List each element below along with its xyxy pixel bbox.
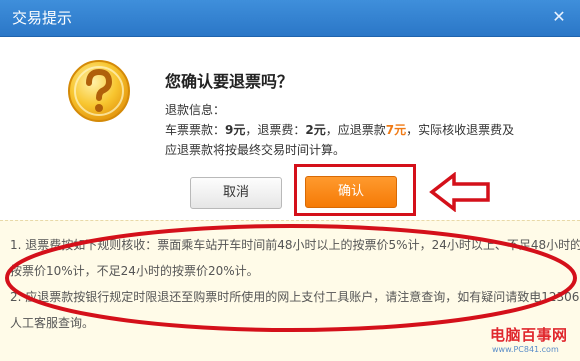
cancel-button[interactable]: 取消 — [190, 177, 282, 209]
confirm-button[interactable]: 确认 — [305, 176, 397, 208]
left-arrow-icon — [429, 172, 490, 212]
refund-confirm-dialog: 交易提示 ✕ 您确认要退票吗？ 退款信息： 车票票款：9元，退票费：2元，应退票… — [0, 0, 580, 361]
refund-tail-text: ，实际核收退票费及 — [406, 123, 515, 137]
watermark-logo: 电脑百事网 — [490, 326, 568, 344]
refund-amount-value: 7元 — [385, 123, 407, 137]
window-title: 交易提示 — [12, 9, 73, 27]
close-icon[interactable]: ✕ — [550, 8, 568, 26]
notice-highlight-ellipse — [5, 224, 577, 332]
refund-fee-label: ，退票费： — [245, 123, 306, 137]
refund-info-label: 退款信息： — [165, 103, 226, 117]
ticket-fare-value: 9元 — [225, 123, 246, 137]
title-bar: 交易提示 ✕ — [0, 0, 580, 37]
refund-detail-line: 车票票款：9元，退票费：2元，应退票款7元，实际核收退票费及 — [165, 121, 514, 138]
watermark-url: www.PC841.com — [492, 345, 559, 354]
refund-fee-value: 2元 — [305, 123, 326, 137]
refund-note-line: 应退票款将按最终交易时间计算。 — [165, 143, 346, 157]
dialog-heading: 您确认要退票吗？ — [165, 72, 294, 91]
question-mark-icon — [68, 60, 130, 122]
refund-amount-label: ，应退票款 — [325, 123, 386, 137]
ticket-fare-label: 车票票款： — [165, 123, 226, 137]
